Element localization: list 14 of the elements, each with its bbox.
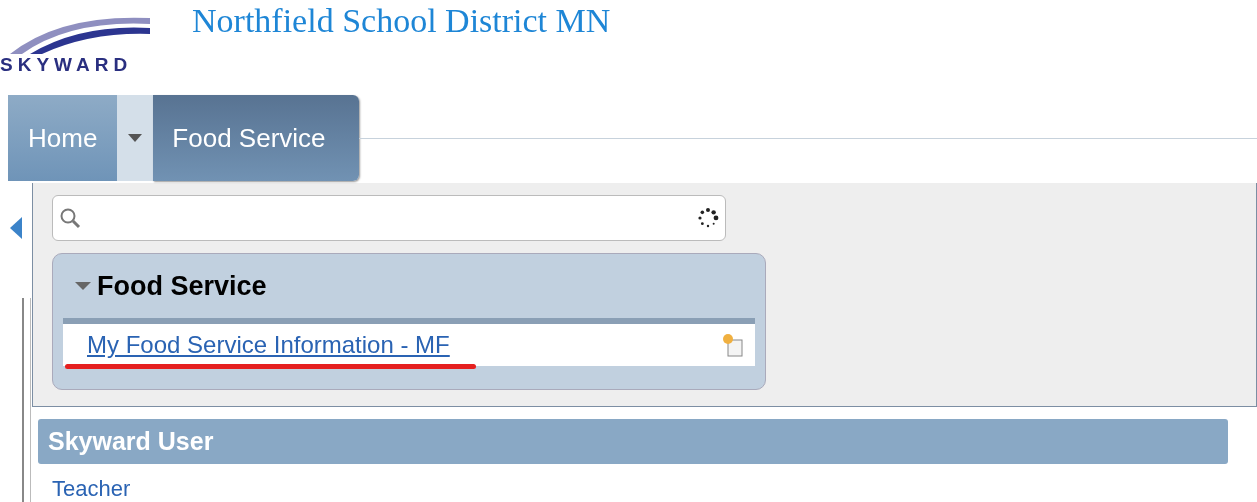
caret-icon — [128, 134, 143, 142]
section-header: Skyward User — [38, 419, 1228, 464]
search-icon — [59, 207, 81, 229]
new-window-icon[interactable] — [721, 332, 745, 358]
search-field[interactable] — [52, 195, 726, 241]
district-title: Northfield School District MN — [192, 2, 611, 40]
loading-spinner-icon — [697, 207, 719, 229]
caret-icon — [75, 282, 91, 290]
logo-text: SKYWARD — [0, 54, 134, 76]
dropdown-button[interactable] — [117, 95, 154, 181]
nav-tab[interactable]: Food Service — [153, 95, 359, 181]
section-link[interactable]: Teacher — [38, 476, 1228, 502]
collapse-arrow-icon[interactable] — [10, 217, 22, 239]
group-header[interactable]: Food Service — [63, 254, 755, 318]
